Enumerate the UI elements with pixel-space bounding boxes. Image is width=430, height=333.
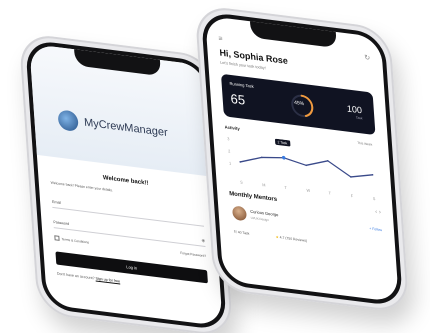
email-label: Email <box>51 199 62 205</box>
task-icon: ☷ <box>233 229 238 235</box>
x-tick-label: S <box>240 179 243 184</box>
globe-logo-icon <box>57 109 79 133</box>
activity-point <box>282 155 286 160</box>
x-tick-label: T <box>328 190 331 195</box>
login-screen: MyCrewManager Welcome back!! Welcome bac… <box>29 43 223 327</box>
show-password-icon[interactable]: ◉ <box>201 237 205 242</box>
phone-dashboard: ≡ ↻ Hi, Sophia Rose Let's finish your ta… <box>194 4 410 314</box>
monthly-mentors-title: Monthly Mentors <box>229 191 278 204</box>
mentor-avatar <box>232 205 247 222</box>
phone-bezel: ≡ ↻ Hi, Sophia Rose Let's finish your ta… <box>200 11 404 307</box>
mentor-tasks: ☷ 40 Task <box>234 230 250 236</box>
mentor-rating: ★ 4.7 (750 Reviews) <box>276 235 308 243</box>
mockup-stage: MyCrewManager Welcome back!! Welcome bac… <box>0 0 430 333</box>
password-label: Password <box>53 220 70 227</box>
week-filter-dropdown[interactable]: This Week <box>357 141 372 147</box>
progress-percent: 45% <box>293 99 305 108</box>
terms-checkbox[interactable]: Terms & Conditions <box>54 235 89 244</box>
forgot-password-link[interactable]: Forgot Password? <box>180 251 206 258</box>
no-account-text: Don't have an account? <box>56 271 95 281</box>
running-task-card[interactable]: Running Task 65 45% 100 Task <box>220 73 376 136</box>
signup-prompt: Don't have an account? Sign up for free <box>57 272 120 284</box>
mentor-tasks-text: 40 Task <box>237 230 250 236</box>
total-tasks-label: Task <box>355 115 363 121</box>
star-icon: ★ <box>275 234 279 240</box>
checkbox-icon[interactable] <box>54 235 60 241</box>
running-task-label: Running Task <box>229 80 254 89</box>
y-tick-label: 2 <box>228 148 230 153</box>
y-tick-label: 3 <box>227 136 230 141</box>
x-tick-label: W <box>306 188 310 194</box>
signup-link[interactable]: Sign up for free <box>95 276 120 283</box>
menu-icon[interactable]: ≡ <box>218 35 223 43</box>
x-tick-label: F <box>351 193 354 198</box>
phone-bezel: MyCrewManager Welcome back!! Welcome bac… <box>24 39 228 331</box>
refresh-icon[interactable]: ↻ <box>364 53 370 62</box>
mentor-role: UI/UX Design <box>250 215 269 223</box>
mentor-rating-text: 4.7 (750 Reviews) <box>279 235 308 243</box>
x-tick-label: S <box>373 196 376 201</box>
running-task-count: 65 <box>230 90 246 108</box>
notch <box>249 20 337 49</box>
activity-title: Activity <box>224 124 240 132</box>
x-tick-label: T <box>284 185 287 190</box>
x-tick-label: M <box>262 182 266 188</box>
follow-button[interactable]: + Follow <box>369 227 382 233</box>
carousel-arrows-icon[interactable]: ‹ › <box>375 209 381 216</box>
y-tick-label: 1 <box>229 160 231 165</box>
login-button[interactable]: Log in <box>55 251 208 284</box>
dashboard-screen: ≡ ↻ Hi, Sophia Rose Let's finish your ta… <box>205 15 399 303</box>
terms-label: Terms & Conditions <box>61 236 90 245</box>
total-tasks: 100 <box>346 103 363 116</box>
